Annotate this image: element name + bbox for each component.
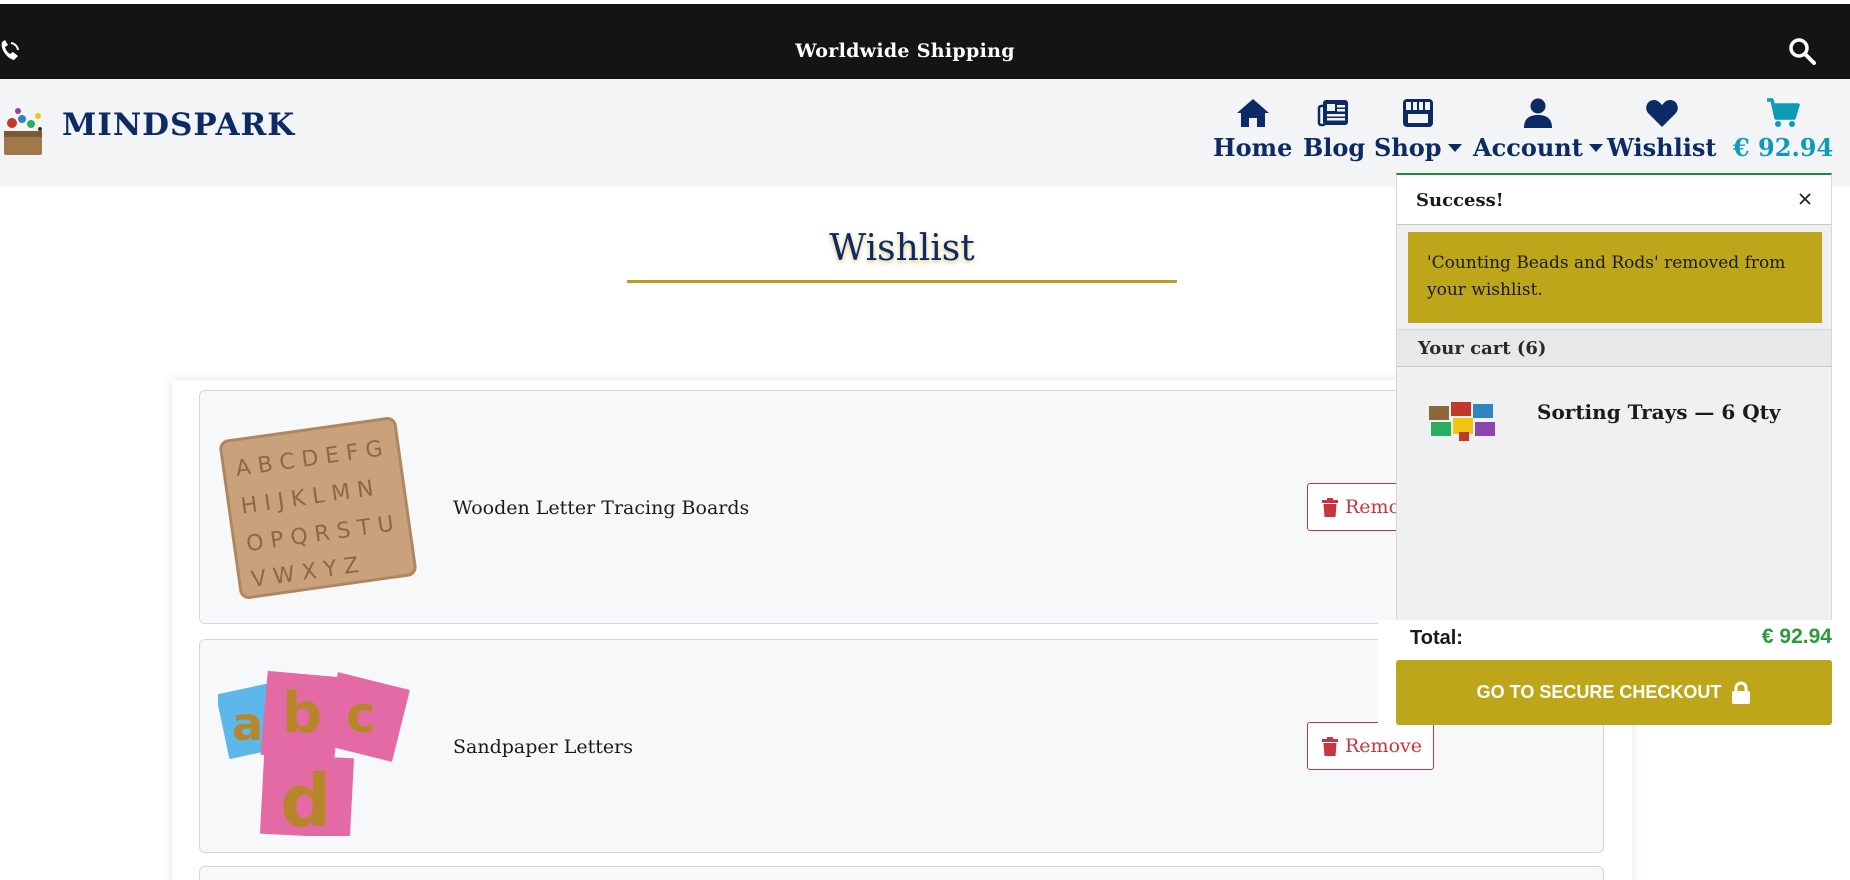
blog-icon: [1317, 100, 1349, 127]
nav-blog[interactable]: Blog: [1303, 97, 1365, 162]
nav-shop-label: Shop: [1374, 133, 1462, 162]
remove-label: Remove: [1345, 735, 1422, 757]
svg-text:a: a: [232, 697, 263, 751]
nav-wishlist-label: Wishlist: [1607, 133, 1717, 162]
chevron-down-icon: [1447, 143, 1462, 152]
checkout-label: GO TO SECURE CHECKOUT: [1476, 682, 1722, 702]
nav-account[interactable]: Account: [1473, 97, 1603, 162]
nav-shop-text: Shop: [1374, 133, 1442, 162]
wishlist-item: [199, 866, 1604, 880]
brand-logo-image[interactable]: [0, 101, 46, 159]
store-icon: [1402, 99, 1433, 127]
site-header: MINDSPARK Home Blog Shop Account Wishlis…: [0, 79, 1850, 187]
trash-icon: [1322, 497, 1338, 517]
wishlist-item: A B C D E F G H I J K L M N O P Q R S T …: [199, 390, 1604, 624]
nav-shop[interactable]: Shop: [1374, 97, 1462, 162]
cart-item-image[interactable]: [1427, 400, 1497, 442]
product-image[interactable]: A B C D E F G H I J K L M N O P Q R S T …: [218, 417, 418, 599]
nav-account-label: Account: [1473, 133, 1603, 162]
product-image[interactable]: a b c d: [218, 666, 418, 836]
secure-checkout-button[interactable]: GO TO SECURE CHECKOUT: [1396, 660, 1832, 725]
chevron-down-icon: [1588, 143, 1603, 152]
nav-account-text: Account: [1473, 133, 1583, 162]
heart-icon: [1645, 100, 1678, 127]
cart-flyout-panel: Success! 'Counting Beads and Rods' remov…: [1396, 173, 1832, 620]
brand-name[interactable]: MINDSPARK: [62, 107, 295, 143]
flyout-header: Success!: [1397, 175, 1831, 225]
nav-blog-label: Blog: [1303, 133, 1366, 162]
nav-cart[interactable]: € 92.94: [1733, 97, 1833, 162]
nav-home-label: Home: [1213, 133, 1293, 162]
total-label: Total:: [1410, 627, 1463, 649]
title-divider: [627, 280, 1177, 283]
trash-icon: [1322, 736, 1338, 756]
search-icon[interactable]: [1788, 37, 1816, 65]
remove-button[interactable]: Remove: [1307, 722, 1434, 770]
nav-cart-total: € 92.94: [1733, 133, 1834, 162]
svg-text:d: d: [280, 759, 332, 836]
top-announcement-bar: Worldwide Shipping: [0, 4, 1850, 79]
svg-text:c: c: [346, 686, 376, 744]
cart-count-label: Your cart (6): [1397, 329, 1831, 367]
user-icon: [1523, 98, 1552, 128]
cart-item-name[interactable]: Sorting Trays — 6 Qty: [1537, 400, 1781, 424]
flyout-title: Success!: [1416, 190, 1504, 211]
shipping-banner-text: Worldwide Shipping: [795, 40, 1015, 62]
home-icon: [1236, 99, 1269, 127]
total-value: € 92.94: [1761, 625, 1832, 648]
product-name[interactable]: Sandpaper Letters: [453, 736, 633, 758]
close-icon[interactable]: [1797, 191, 1813, 207]
nav-wishlist[interactable]: Wishlist: [1607, 97, 1716, 162]
svg-text:b: b: [282, 681, 322, 746]
flyout-alert-message: 'Counting Beads and Rods' removed from y…: [1408, 232, 1822, 323]
cart-icon: [1767, 98, 1800, 127]
nav-home[interactable]: Home: [1213, 97, 1292, 162]
product-name[interactable]: Wooden Letter Tracing Boards: [453, 497, 749, 519]
lock-icon: [1732, 681, 1751, 704]
page-title: Wishlist: [829, 228, 975, 269]
